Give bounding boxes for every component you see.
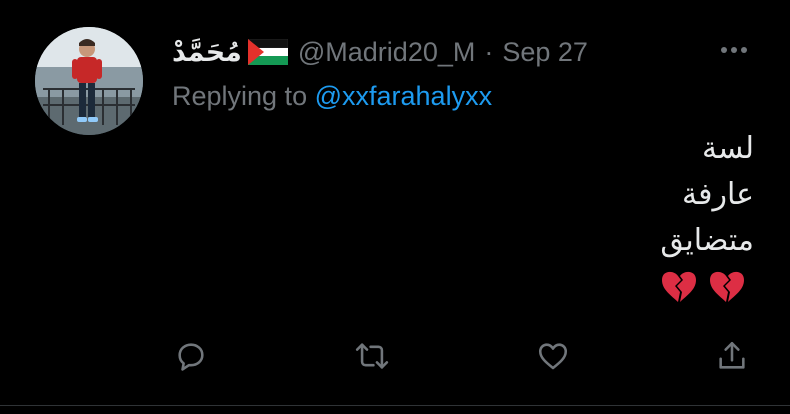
display-name[interactable]: مُحَمَّدْ bbox=[172, 37, 242, 68]
emoji-row bbox=[660, 270, 746, 309]
broken-heart-icon bbox=[708, 270, 746, 309]
tweet-header: مُحَمَّدْ @Madrid20_M · Sep 27 bbox=[172, 30, 588, 74]
reply-icon bbox=[174, 339, 208, 378]
reply-button[interactable] bbox=[169, 336, 213, 380]
tweet-text-line: لسة bbox=[702, 131, 754, 166]
tweet-divider bbox=[0, 405, 790, 406]
avatar[interactable] bbox=[35, 27, 143, 135]
header-separator: · bbox=[484, 36, 494, 67]
palestine-flag-icon bbox=[247, 38, 289, 65]
retweet-icon bbox=[353, 339, 391, 378]
tweet-text: لسة عارفة متضايق bbox=[354, 126, 754, 264]
tweet[interactable]: مُحَمَّدْ @Madrid20_M · Sep 27 Replying … bbox=[0, 0, 790, 414]
author-handle[interactable]: @Madrid20_M bbox=[298, 37, 475, 68]
share-icon bbox=[715, 339, 749, 378]
like-button[interactable] bbox=[531, 336, 575, 380]
broken-heart-icon bbox=[660, 270, 698, 309]
replying-prefix: Replying to bbox=[172, 81, 308, 111]
tweet-text-line: متضايق bbox=[660, 223, 754, 258]
replying-to-line: Replying to @xxfarahalyxx bbox=[172, 81, 492, 112]
tweet-text-line: عارفة bbox=[682, 177, 754, 212]
heart-icon bbox=[536, 339, 570, 378]
retweet-button[interactable] bbox=[350, 336, 394, 380]
replying-to-mention[interactable]: @xxfarahalyxx bbox=[315, 81, 492, 111]
share-button[interactable] bbox=[710, 336, 754, 380]
more-options-icon[interactable] bbox=[712, 35, 756, 65]
tweet-date[interactable]: Sep 27 bbox=[502, 37, 588, 68]
